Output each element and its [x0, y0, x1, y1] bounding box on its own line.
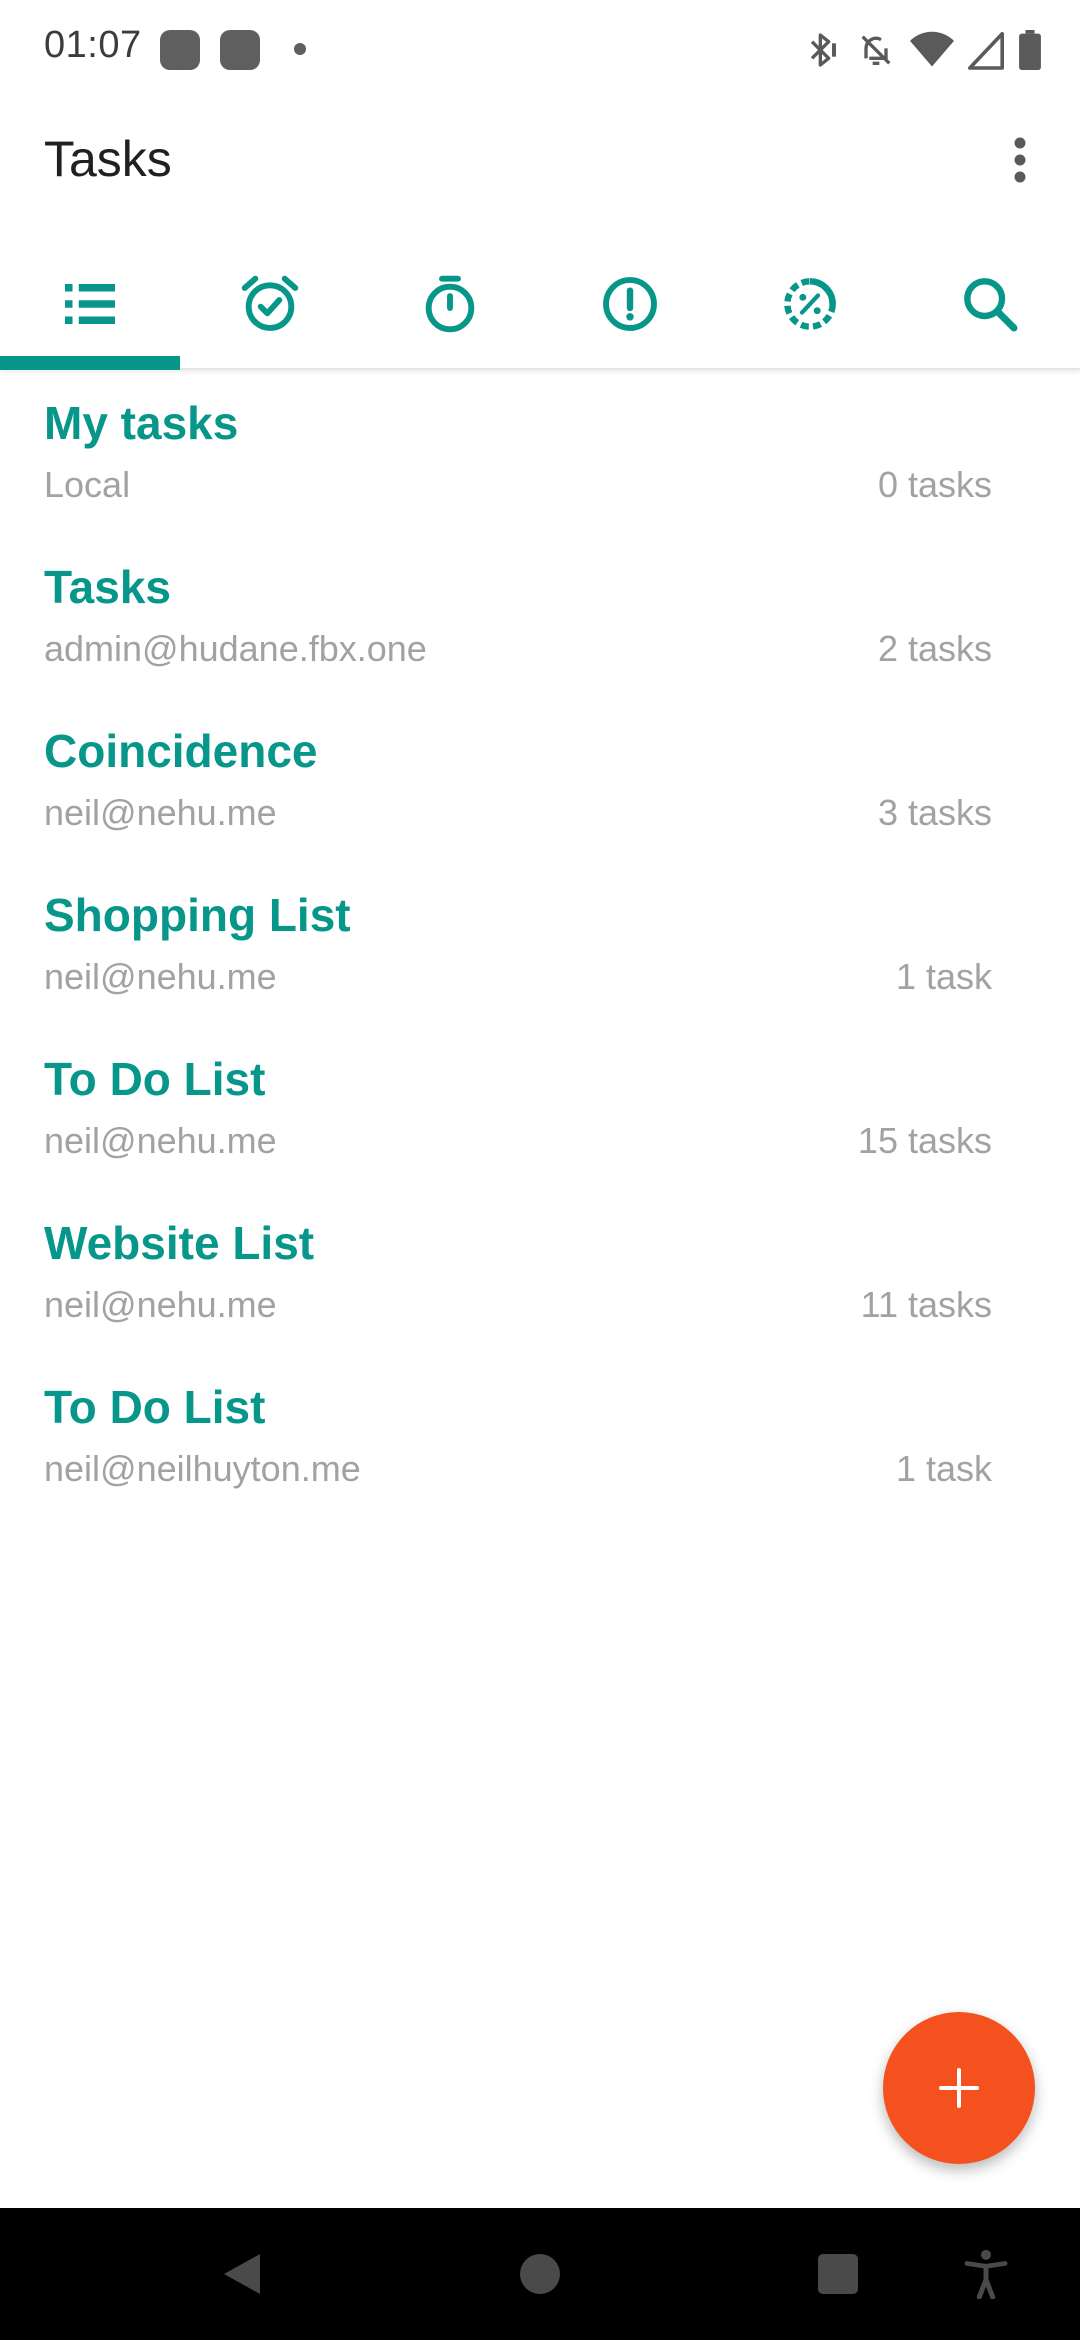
recents-button[interactable] — [808, 2244, 868, 2304]
tab-progress[interactable] — [720, 240, 900, 368]
back-icon — [224, 2254, 260, 2294]
task-list-collection: My tasks Local 0 tasks Tasks admin@hudan… — [0, 370, 1080, 1518]
list-account: Local — [44, 464, 131, 505]
list-item[interactable]: Shopping List neil@nehu.me 1 task — [0, 862, 1080, 1026]
list-name: To Do List — [44, 1381, 266, 1433]
tab-search[interactable] — [900, 240, 1080, 368]
more-notifications-dot-icon — [294, 43, 306, 55]
tab-lists[interactable] — [0, 240, 180, 370]
status-bar: 01:07 — [0, 0, 1080, 100]
list-name: To Do List — [44, 1053, 266, 1105]
bluetooth-icon — [810, 33, 836, 67]
home-button[interactable] — [510, 2244, 570, 2304]
list-task-count: 3 tasks — [877, 792, 992, 833]
list-task-count: 11 tasks — [860, 1284, 992, 1325]
search-icon — [964, 278, 1018, 332]
list-account: neil@nehu.me — [44, 792, 277, 833]
tab-due[interactable] — [180, 240, 360, 368]
list-item[interactable]: My tasks Local 0 tasks — [0, 370, 1080, 534]
list-account: neil@nehu.me — [44, 1284, 277, 1325]
alarm-check-icon — [241, 275, 299, 331]
list-account: neil@neilhuyton.me — [44, 1448, 361, 1489]
list-name: My tasks — [44, 397, 239, 449]
list-name: Coincidence — [44, 725, 318, 777]
back-button[interactable] — [212, 2244, 272, 2304]
accessibility-button[interactable] — [956, 2244, 1016, 2304]
tab-starting[interactable] — [360, 240, 540, 368]
list-item[interactable]: Tasks admin@hudane.fbx.one 2 tasks — [0, 534, 1080, 698]
wifi-icon — [910, 31, 954, 67]
list-item[interactable]: To Do List neil@neilhuyton.me 1 task — [0, 1354, 1080, 1518]
add-list-button[interactable] — [883, 2012, 1035, 2164]
timer-icon — [425, 275, 475, 333]
signal-icon — [968, 31, 1004, 70]
priority-icon — [603, 277, 657, 331]
list-task-count: 15 tasks — [857, 1120, 992, 1161]
add-icon — [939, 2068, 979, 2108]
notifications-off-icon — [861, 35, 891, 65]
progress-percent-icon — [784, 278, 836, 330]
tab-bar — [0, 240, 1080, 370]
list-icon — [65, 284, 115, 324]
list-task-count: 1 task — [895, 956, 992, 997]
list-item[interactable]: To Do List neil@nehu.me 15 tasks — [0, 1026, 1080, 1190]
app-bar: Tasks — [0, 100, 1080, 220]
status-time: 01:07 — [44, 24, 142, 66]
list-item[interactable]: Coincidence neil@nehu.me 3 tasks — [0, 698, 1080, 862]
battery-icon — [1019, 30, 1041, 70]
list-name: Tasks — [44, 561, 172, 613]
list-task-count: 1 task — [895, 1448, 992, 1489]
notification-icon — [220, 30, 260, 70]
overflow-menu-button[interactable] — [980, 120, 1060, 200]
list-name: Website List — [44, 1217, 315, 1269]
list-account: admin@hudane.fbx.one — [44, 628, 427, 669]
notification-icon — [160, 30, 200, 70]
list-task-count: 2 tasks — [877, 628, 992, 669]
accessibility-icon — [964, 2249, 1008, 2299]
tab-selected-indicator — [0, 356, 180, 370]
list-item[interactable]: Website List neil@nehu.me 11 tasks — [0, 1190, 1080, 1354]
more-vert-icon — [1014, 137, 1026, 183]
list-name: Shopping List — [44, 889, 351, 941]
page-title: Tasks — [44, 131, 172, 187]
list-account: neil@nehu.me — [44, 956, 277, 997]
list-task-count: 0 tasks — [877, 464, 992, 505]
home-icon — [520, 2254, 560, 2294]
tab-priority[interactable] — [540, 240, 720, 368]
list-account: neil@nehu.me — [44, 1120, 277, 1161]
recents-icon — [818, 2254, 858, 2294]
system-icons — [802, 26, 1042, 74]
system-nav-bar — [0, 2208, 1080, 2340]
